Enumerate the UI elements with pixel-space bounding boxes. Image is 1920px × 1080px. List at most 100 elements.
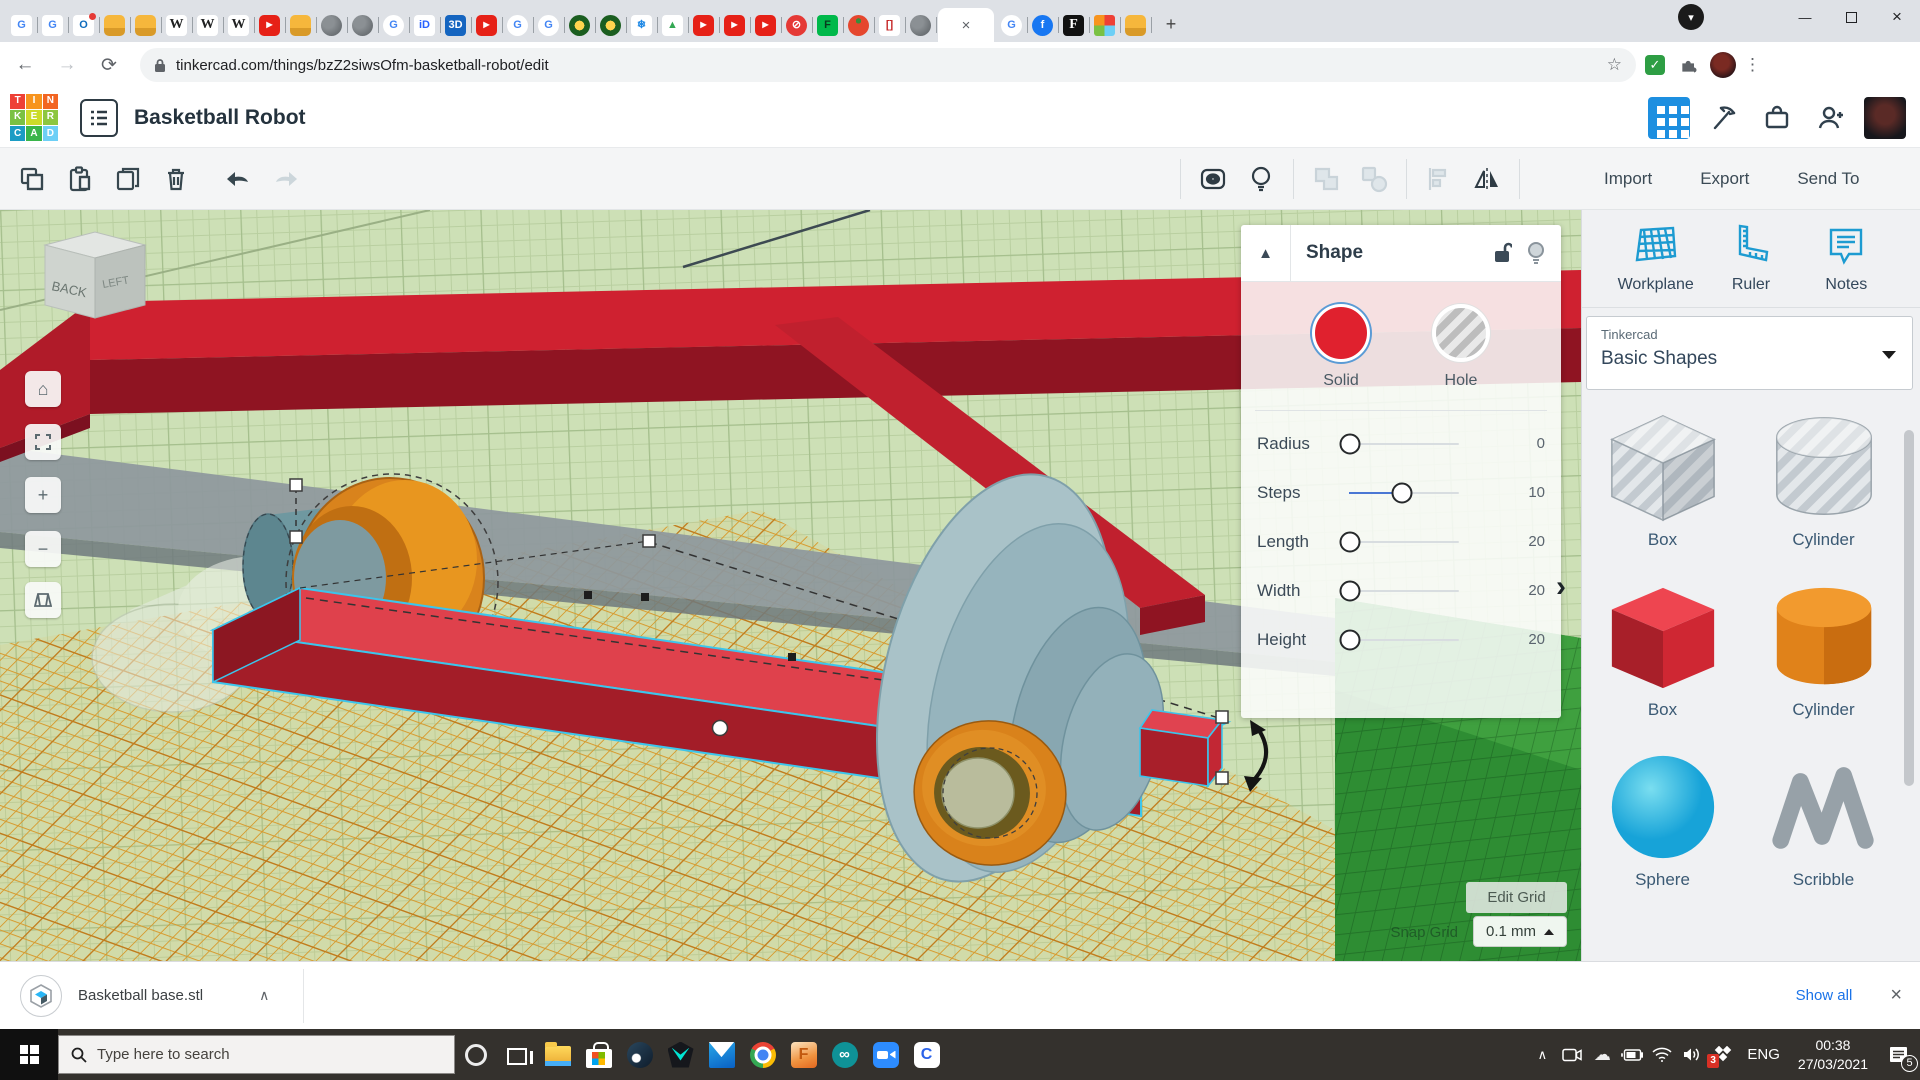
- youtube-tab[interactable]: ▶: [719, 8, 750, 42]
- bag-icon[interactable]: [1756, 97, 1798, 139]
- ft-tab[interactable]: F: [1058, 8, 1089, 42]
- ungroup-icon[interactable]: [1350, 157, 1398, 201]
- sync-app-icon[interactable]: 3: [1707, 1029, 1737, 1080]
- redo-icon[interactable]: [262, 157, 310, 201]
- viewport-3d[interactable]: BACK LEFT ⌂ + − ▲ Shape: [0, 210, 1581, 961]
- blocks-grid-button[interactable]: [1648, 97, 1690, 139]
- add-person-icon[interactable]: [1810, 97, 1852, 139]
- wikipedia-tab[interactable]: W: [161, 8, 192, 42]
- flip-icon[interactable]: [1463, 157, 1511, 201]
- slider-handle[interactable]: [1391, 482, 1412, 503]
- taskbar-clock[interactable]: 00:3827/03/2021: [1790, 1036, 1876, 1072]
- undo-icon[interactable]: [214, 157, 262, 201]
- ruler-tool[interactable]: Ruler: [1703, 222, 1798, 294]
- notes-tool[interactable]: Notes: [1799, 222, 1894, 294]
- google-translate-tab[interactable]: G: [37, 8, 68, 42]
- account-avatar[interactable]: [1864, 97, 1906, 139]
- refresh-icon[interactable]: ⟳: [92, 48, 126, 82]
- edit-grid-button[interactable]: Edit Grid: [1466, 882, 1567, 913]
- workplane-tool[interactable]: Workplane: [1608, 222, 1703, 294]
- copy-icon[interactable]: [8, 157, 56, 201]
- blocked-tab[interactable]: ⊘: [781, 8, 812, 42]
- pomodoro-tab[interactable]: [843, 8, 874, 42]
- youtube-tab[interactable]: ▶: [750, 8, 781, 42]
- robot-tab[interactable]: [285, 8, 316, 42]
- download-filename[interactable]: Basketball base.stl: [78, 987, 203, 1004]
- volume-icon[interactable]: [1677, 1029, 1707, 1080]
- onedrive-icon[interactable]: ☁: [1587, 1029, 1617, 1080]
- fusion360-icon[interactable]: [783, 1029, 824, 1080]
- taskbar-search-input[interactable]: Type here to search: [58, 1035, 455, 1074]
- slider-track[interactable]: [1349, 492, 1459, 494]
- globe-tab[interactable]: [316, 8, 347, 42]
- cortana-icon[interactable]: [455, 1029, 496, 1080]
- unlock-icon[interactable]: [1485, 236, 1519, 270]
- google-tab[interactable]: G: [996, 8, 1027, 42]
- hide-selected-icon[interactable]: [1189, 157, 1237, 201]
- wifi-icon[interactable]: [1647, 1029, 1677, 1080]
- minimize-button[interactable]: —: [1782, 1, 1828, 34]
- tab-close-icon[interactable]: ×: [962, 17, 971, 34]
- fit-view-button[interactable]: [25, 424, 61, 460]
- microsoft-store-icon[interactable]: [578, 1029, 619, 1080]
- download-item[interactable]: Basketball base.stl ∧: [20, 975, 269, 1017]
- zoom-out-button[interactable]: −: [25, 531, 61, 567]
- home-view-button[interactable]: ⌂: [25, 371, 61, 407]
- google-tab[interactable]: G: [378, 8, 409, 42]
- adblock-extension-icon[interactable]: ✓: [1640, 50, 1670, 80]
- import-button[interactable]: Import: [1580, 157, 1676, 201]
- hole-option[interactable]: Hole: [1432, 304, 1490, 390]
- google-translate-tab[interactable]: G: [6, 8, 37, 42]
- show-all-icon[interactable]: [1237, 157, 1285, 201]
- delete-icon[interactable]: [152, 157, 200, 201]
- group-icon[interactable]: [1302, 157, 1350, 201]
- solid-option[interactable]: Solid: [1312, 304, 1370, 390]
- emblem-tab[interactable]: [564, 8, 595, 42]
- shape-box-hole[interactable]: Box: [1593, 408, 1733, 550]
- screenshot-tab[interactable]: []: [874, 8, 905, 42]
- maximize-button[interactable]: [1828, 1, 1874, 34]
- shape-sphere[interactable]: Sphere: [1593, 748, 1733, 890]
- slider-handle[interactable]: [1340, 629, 1361, 650]
- slider-track[interactable]: [1349, 443, 1459, 445]
- download-caret-icon[interactable]: ∧: [259, 987, 269, 1004]
- browser-menu-icon[interactable]: ⋮: [1744, 55, 1761, 75]
- predator-icon[interactable]: [660, 1029, 701, 1080]
- active-tab-tinkercad[interactable]: ×: [938, 8, 994, 42]
- bulb-icon[interactable]: [1519, 236, 1553, 270]
- globe-tab[interactable]: [905, 8, 936, 42]
- media-controls-icon[interactable]: ▾: [1678, 4, 1704, 30]
- snowflake-tab[interactable]: ❄: [626, 8, 657, 42]
- action-center-icon[interactable]: 5: [1876, 1029, 1920, 1080]
- shape-category-dropdown[interactable]: Tinkercad Basic Shapes: [1586, 316, 1913, 390]
- file-explorer-icon[interactable]: [537, 1029, 578, 1080]
- perspective-button[interactable]: [25, 582, 61, 618]
- show-all-button[interactable]: Show all: [1780, 977, 1869, 1014]
- slider-handle[interactable]: [1340, 433, 1361, 454]
- flashcards-tab[interactable]: F: [812, 8, 843, 42]
- battery-icon[interactable]: [1617, 1029, 1647, 1080]
- back-icon[interactable]: ←: [8, 48, 42, 82]
- browser-avatar[interactable]: [1708, 50, 1738, 80]
- meet-now-icon[interactable]: [1557, 1029, 1587, 1080]
- youtube-tab[interactable]: ▶: [471, 8, 502, 42]
- wikipedia-tab[interactable]: W: [192, 8, 223, 42]
- solid-swatch[interactable]: [1312, 304, 1370, 362]
- steam-icon[interactable]: [619, 1029, 660, 1080]
- duplicate-icon[interactable]: [104, 157, 152, 201]
- task-view-icon[interactable]: [496, 1029, 537, 1080]
- shape-cylinder-hole[interactable]: Cylinder: [1754, 408, 1894, 550]
- robot-tab[interactable]: [1120, 8, 1151, 42]
- google-tab[interactable]: G: [502, 8, 533, 42]
- youtube-tab[interactable]: ▶: [254, 8, 285, 42]
- threed-tab[interactable]: 3D: [440, 8, 471, 42]
- clipchamp-icon[interactable]: [906, 1029, 947, 1080]
- zoom-icon[interactable]: [865, 1029, 906, 1080]
- shape-scribble[interactable]: Scribble: [1754, 748, 1894, 890]
- new-tab-button[interactable]: +: [1157, 10, 1185, 38]
- slider-track[interactable]: [1349, 639, 1459, 641]
- close-button[interactable]: ×: [1874, 1, 1920, 34]
- send-to-button[interactable]: Send To: [1773, 157, 1883, 201]
- slider-handle[interactable]: [1340, 580, 1361, 601]
- facebook-tab[interactable]: f: [1027, 8, 1058, 42]
